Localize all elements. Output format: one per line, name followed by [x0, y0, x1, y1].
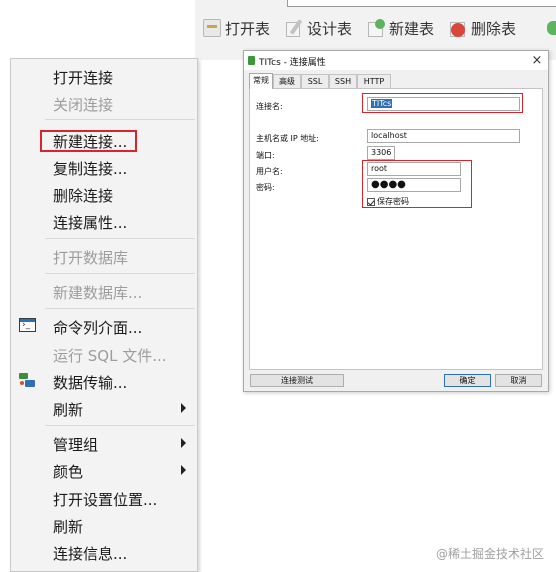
test-connection-button[interactable]: 连接测试 — [250, 374, 344, 387]
dialog-title-bar[interactable]: TITcs - 连接属性 × — [244, 51, 548, 70]
menu-item-open-database[interactable]: 打开数据库 — [11, 243, 197, 269]
general-tab-panel: 连接名: TITcs 主机名或 IP 地址: localhost 端口: 330… — [249, 88, 543, 370]
delete-table-label: 删除表 — [471, 19, 517, 38]
port-label: 端口: — [256, 151, 275, 160]
menu-item-label: 复制连接... — [53, 160, 128, 178]
port-value: 3306 — [371, 148, 392, 157]
menu-item-label: 管理组 — [53, 436, 99, 454]
design-table-button[interactable]: 设计表 — [285, 17, 352, 39]
menu-item-command-line[interactable]: 命令列介面... — [11, 313, 197, 339]
menu-separator — [45, 238, 195, 239]
menu-item-color[interactable]: 颜色 — [11, 457, 197, 483]
ok-button[interactable]: 确定 — [444, 374, 491, 387]
new-table-label: 新建表 — [389, 19, 435, 38]
menu-item-run-sql-file[interactable]: 运行 SQL 文件... — [11, 341, 197, 367]
menu-item-open-connection[interactable]: 打开连接 — [11, 63, 197, 89]
menu-item-connection-info[interactable]: 连接信息... — [11, 539, 197, 565]
data-transfer-icon — [19, 371, 37, 389]
tab-http[interactable]: HTTP — [357, 74, 391, 88]
menu-item-label: 打开连接 — [53, 69, 114, 87]
menu-item-label: 新建数据库... — [53, 284, 143, 302]
tab-ssh[interactable]: SSH — [329, 74, 357, 88]
navicat-app-icon — [248, 56, 255, 65]
username-label: 用户名: — [256, 167, 283, 176]
menu-item-label: 打开数据库 — [53, 249, 129, 267]
menu-separator — [45, 119, 195, 120]
highlight-box-new-connection — [40, 130, 137, 152]
toolbar-overflow-icon[interactable] — [547, 21, 556, 35]
cancel-button[interactable]: 取消 — [495, 374, 542, 387]
design-table-icon — [285, 19, 303, 37]
menu-item-delete-connection[interactable]: 删除连接 — [11, 181, 197, 207]
menu-separator — [45, 308, 195, 309]
tab-ssl[interactable]: SSL — [301, 74, 329, 88]
connection-context-menu: 打开连接 关闭连接 新建连接... 复制连接... 删除连接 连接属性... 打… — [10, 58, 198, 572]
host-label: 主机名或 IP 地址: — [256, 134, 319, 143]
highlight-box-connection-name — [362, 93, 523, 113]
tab-advanced[interactable]: 高级 — [273, 74, 301, 88]
menu-item-label: 删除连接 — [53, 187, 114, 205]
menu-item-new-database[interactable]: 新建数据库... — [11, 278, 197, 304]
menu-item-label: 打开设置位置... — [53, 491, 158, 509]
submenu-arrow-icon — [181, 465, 186, 475]
menu-separator — [45, 425, 195, 426]
password-label: 密码: — [256, 183, 275, 192]
submenu-arrow-icon — [181, 438, 186, 448]
menu-item-label: 命令列介面... — [53, 319, 143, 337]
connection-properties-dialog: TITcs - 连接属性 × 常规 高级 SSL SSH HTTP 连接名: T… — [243, 50, 549, 392]
menu-item-label: 颜色 — [53, 463, 84, 481]
delete-table-icon — [449, 19, 467, 37]
menu-item-label: 关闭连接 — [53, 96, 114, 114]
new-table-icon — [367, 19, 385, 37]
menu-item-label: 连接属性... — [53, 214, 128, 232]
menu-item-label: 连接信息... — [53, 545, 128, 563]
menu-item-refresh[interactable]: 刷新 — [11, 512, 197, 538]
host-value: localhost — [371, 131, 407, 140]
menu-item-data-transfer[interactable]: 数据传输... — [11, 368, 197, 394]
close-button[interactable]: × — [528, 52, 546, 69]
menu-separator — [45, 273, 195, 274]
port-input[interactable]: 3306 — [367, 146, 395, 160]
menu-item-connection-properties[interactable]: 连接属性... — [11, 208, 197, 234]
tab-general[interactable]: 常规 — [249, 73, 273, 89]
open-table-icon — [203, 19, 221, 37]
menu-item-manage-group[interactable]: 管理组 — [11, 430, 197, 456]
connection-name-label: 连接名: — [256, 102, 283, 111]
new-table-button[interactable]: 新建表 — [367, 17, 434, 39]
host-input[interactable]: localhost — [367, 129, 520, 143]
menu-item-copy-connection[interactable]: 复制连接... — [11, 154, 197, 180]
menu-item-open-settings-location[interactable]: 打开设置位置... — [11, 485, 197, 511]
toolbar-top-field — [287, 0, 556, 7]
command-line-icon — [19, 318, 36, 332]
open-table-button[interactable]: 打开表 — [203, 17, 270, 39]
design-table-label: 设计表 — [307, 19, 353, 38]
watermark-text: @稀土掘金技术社区 — [436, 547, 545, 561]
delete-table-button[interactable]: 删除表 — [449, 17, 516, 39]
dialog-title: TITcs - 连接属性 — [259, 58, 326, 68]
submenu-arrow-icon — [181, 403, 186, 413]
open-table-label: 打开表 — [225, 19, 271, 38]
menu-item-label: 刷新 — [53, 401, 84, 419]
menu-item-label: 运行 SQL 文件... — [53, 347, 167, 365]
menu-item-label: 数据传输... — [53, 374, 128, 392]
menu-item-close-connection[interactable]: 关闭连接 — [11, 90, 197, 116]
menu-item-label: 刷新 — [53, 518, 84, 536]
menu-item-refresh-submenu[interactable]: 刷新 — [11, 395, 197, 421]
highlight-box-credentials — [362, 160, 472, 208]
